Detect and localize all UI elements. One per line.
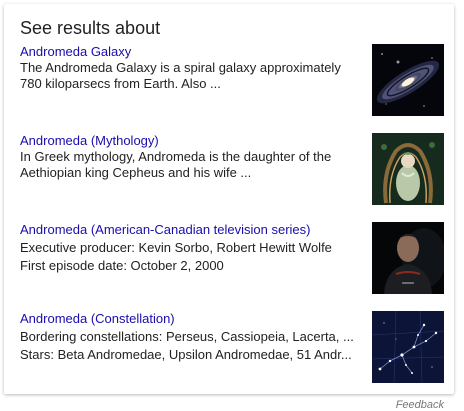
results-card: See results about Andromeda Galaxy The A…	[4, 4, 454, 394]
result-snippet-line: 780 kiloparsecs from Earth. Also ...	[20, 76, 221, 91]
result-snippet-line: The Andromeda Galaxy is a spiral galaxy …	[20, 60, 341, 75]
galaxy-image[interactable]	[372, 44, 444, 116]
result-snippet-line: In Greek mythology, Andromeda is the dau…	[20, 149, 332, 164]
result-fact-line: Executive producer: Kevin Sorbo, Robert …	[20, 240, 332, 255]
result-fact-line: Bordering constellations: Perseus, Cassi…	[20, 329, 354, 344]
result-item-galaxy: Andromeda Galaxy The Andromeda Galaxy is…	[20, 44, 450, 124]
tv-series-image[interactable]	[372, 222, 444, 294]
feedback-link[interactable]: Feedback	[396, 399, 444, 411]
mythology-image[interactable]	[372, 133, 444, 205]
result-item-mythology: Andromeda (Mythology) In Greek mythology…	[20, 133, 450, 213]
star-chart-image[interactable]	[372, 311, 444, 383]
card-heading: See results about	[20, 18, 161, 38]
result-item-constellation: Andromeda (Constellation) Bordering cons…	[20, 311, 450, 391]
result-fact-line: Stars: Beta Andromedae, Upsilon Andromed…	[20, 347, 352, 362]
result-item-tv-series: Andromeda (American-Canadian television …	[20, 222, 450, 302]
result-fact-line: First episode date: October 2, 2000	[20, 258, 224, 273]
result-snippet-line: Aethiopian king Cepheus and his wife ...	[20, 165, 252, 180]
